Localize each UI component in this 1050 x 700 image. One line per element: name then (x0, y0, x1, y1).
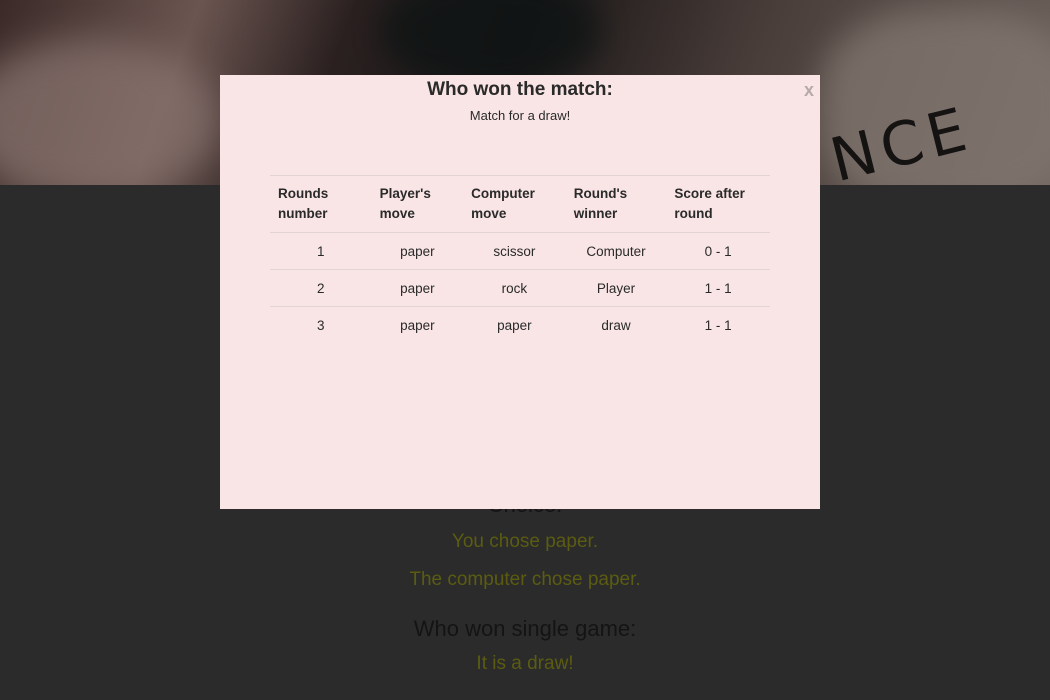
cell-computer-move: paper (497, 317, 532, 333)
cell-player-move: paper (371, 269, 464, 307)
column-header-computer-move: Computer move (463, 175, 566, 233)
cell-score: 1 - 1 (666, 269, 770, 307)
cell-round-winner: Player (565, 269, 667, 307)
cell-round-number: 2 (270, 269, 372, 307)
column-header-score: Score after round (666, 175, 770, 233)
modal-title: Who won the match: (427, 79, 613, 100)
cell-score: 0 - 1 (666, 232, 770, 270)
cell-player-move: paper (371, 232, 464, 270)
cell-computer-move: rock (463, 269, 566, 307)
cell-score: 1 - 1 (704, 317, 732, 333)
cell-round-number: 1 (270, 232, 372, 270)
table-row: 1 paper scissor Computer 0 - 1 (270, 232, 770, 270)
column-header-round-winner: Round's winner (565, 175, 667, 233)
table-header-row: Rounds number Player's move Computer mov… (270, 175, 770, 233)
column-header-player-move: Player's move (371, 175, 464, 233)
cell-round-winner: Computer (565, 232, 667, 270)
cell-round-winner: draw (601, 317, 631, 333)
modal-subtitle: Match for a draw! (469, 108, 571, 123)
cell-computer-move: scissor (463, 232, 566, 270)
cell-player-move: paper (400, 317, 435, 333)
table-row: 3 paper paper draw 1 - 1 (270, 307, 770, 344)
table-row: 2 paper rock Player 1 - 1 (270, 269, 770, 307)
match-result-modal: x Who won the match: Match for a draw! R… (220, 75, 820, 509)
rounds-table: Rounds number Player's move Computer mov… (270, 175, 770, 343)
column-header-rounds-number: Rounds number (270, 175, 372, 233)
cell-round-number: 3 (317, 317, 325, 333)
